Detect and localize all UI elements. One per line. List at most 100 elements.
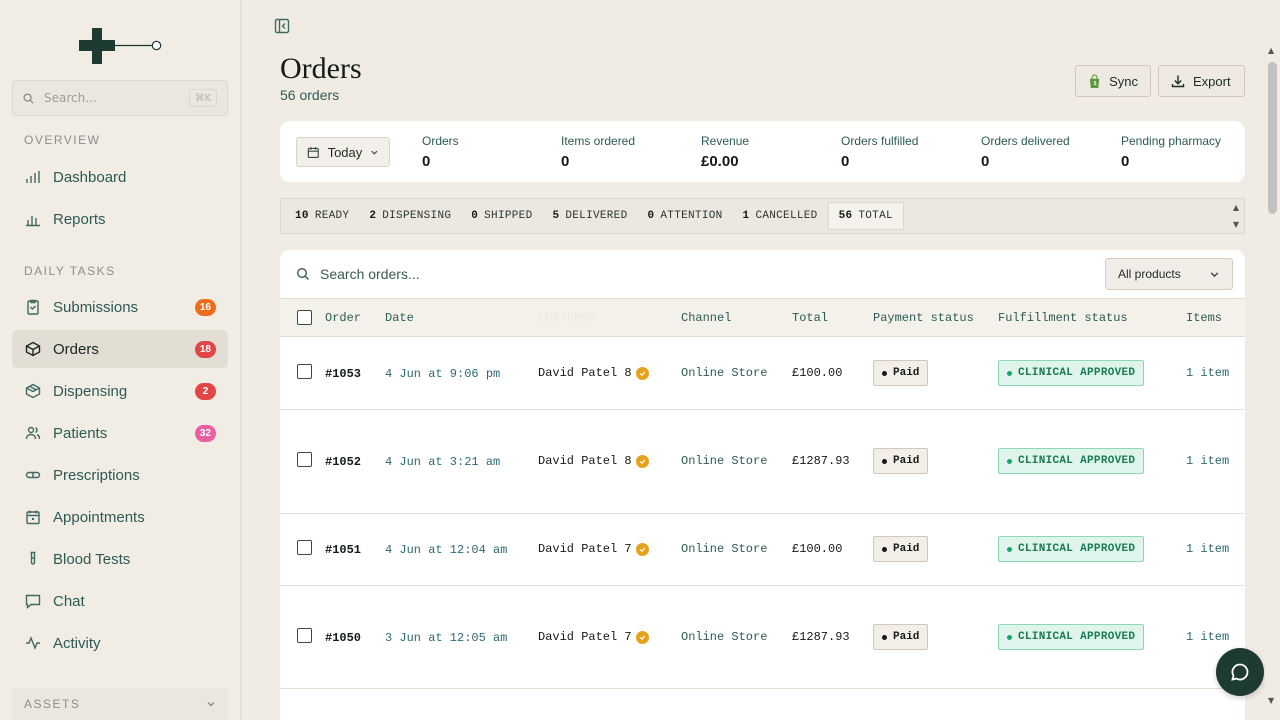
sidebar-item-dashboard[interactable]: Dashboard [12,158,228,196]
row-checkbox[interactable] [297,364,312,379]
row-checkbox[interactable] [297,540,312,555]
chevron-down-icon [1210,271,1219,277]
stat-orders-fulfilled: Orders fulfilled 0 [841,134,918,170]
status-filter-ready[interactable]: 10 READY [281,199,359,233]
column-header-total[interactable]: Total [792,311,828,325]
export-button[interactable]: Export [1158,65,1245,97]
order-items[interactable]: 1 item [1186,454,1229,468]
order-total: £100.00 [792,542,843,556]
orders-search-row[interactable]: Search orders... [280,250,1245,298]
fulfillment-status-label: CLINICAL APPROVED [1018,455,1136,467]
table-row[interactable]: #1052 4 Jun at 3:21 am David Patel 8 Onl… [280,410,1245,514]
stat-label: Orders fulfilled [841,134,919,148]
verified-badge-icon [635,366,649,380]
sidebar-item-activity[interactable]: Activity [12,624,228,662]
sidebar: Search... ⌘K OVERVIEW Dashboard Reports … [0,0,241,720]
order-items[interactable]: 1 item [1186,366,1229,380]
orders-search-input[interactable]: Search orders... [320,266,420,282]
order-total: £1287.93 [792,630,850,644]
order-number[interactable]: #1051 [325,543,361,557]
status-dot-icon [882,634,887,640]
sidebar-item-blood-tests[interactable]: Blood Tests [12,540,228,578]
table-row[interactable]: #1053 4 Jun at 9:06 pm David Patel 8 Onl… [280,337,1245,410]
stat-value: 0 [841,153,850,170]
payment-status-label: Paid [893,631,920,643]
customer-cell[interactable]: David Patel 7 [538,630,649,644]
column-header-payment-status[interactable]: Payment status [873,311,974,325]
sidebar-item-prescriptions[interactable]: Prescriptions [12,456,228,494]
order-items[interactable]: 1 item [1186,630,1229,644]
status-filter-attention[interactable]: 0 ATTENTION [638,199,733,233]
row-checkbox[interactable] [297,628,312,643]
sidebar-item-reports[interactable]: Reports [12,200,228,238]
status-count: 1 [742,210,750,222]
status-filter-dispensing[interactable]: 2 DISPENSING [359,199,461,233]
column-header-channel[interactable]: Channel [681,311,731,325]
column-header-items[interactable]: Items [1186,311,1222,325]
column-header-customer[interactable]: CUSTOMER [538,311,596,325]
customer-cell[interactable]: David Patel 8 [538,454,649,468]
sidebar-item-dispensing[interactable]: Dispensing 2 [12,372,228,410]
sidebar-item-submissions[interactable]: Submissions 16 [12,288,228,326]
product-filter-dropdown[interactable]: All products [1105,258,1233,290]
activity-icon [24,635,41,652]
page-title: Orders [280,52,362,85]
sidebar-item-orders[interactable]: Orders 18 [12,330,228,368]
table-header: Order Date CUSTOMER Channel Total Paymen… [280,298,1245,337]
order-date: 3 Jun at 12:05 am [385,631,508,645]
customer-cell[interactable]: David Patel 7 [538,542,649,556]
status-filter-delivered[interactable]: 5 DELIVERED [542,199,637,233]
status-filter-shipped[interactable]: 0 SHIPPED [461,199,542,233]
status-count: 0 [647,210,655,222]
status-bar-scroller[interactable]: ▲ ▼ [1228,199,1244,233]
assets-section-toggle[interactable]: ASSETS [12,688,228,720]
status-label: READY [314,210,350,222]
stat-items-ordered: Items ordered 0 [561,134,635,170]
scroll-up-arrow-icon[interactable]: ▲ [1233,203,1239,212]
status-dot-icon [882,458,887,464]
stat-revenue: Revenue £0.00 [701,134,749,170]
table-row[interactable]: #1051 4 Jun at 12:04 am David Patel 7 On… [280,514,1245,586]
order-items[interactable]: 1 item [1186,542,1229,556]
date-range-dropdown[interactable]: Today [296,137,390,167]
sidebar-item-appointments[interactable]: Appointments [12,498,228,536]
sidebar-item-label: Dispensing [53,382,128,400]
stat-orders-delivered: Orders delivered 0 [981,134,1070,170]
page-scrollbar[interactable]: ▲ ▼ [1265,42,1280,712]
column-header-fulfillment-status[interactable]: Fulfillment status [998,311,1128,325]
order-number[interactable]: #1053 [325,367,361,381]
stat-label: Pending pharmacy [1121,134,1222,148]
status-dot-icon [882,546,887,552]
clipboard-icon [24,299,41,316]
scroll-down-arrow-icon[interactable]: ▼ [1268,696,1274,705]
select-all-checkbox[interactable] [297,310,312,325]
scroll-up-arrow-icon[interactable]: ▲ [1268,46,1274,55]
scrollbar-thumb[interactable] [1268,62,1277,214]
shopify-bag-icon [1089,73,1100,88]
customer-cell[interactable]: David Patel 8 [538,366,649,380]
order-number[interactable]: #1052 [325,455,361,469]
column-header-order[interactable]: Order [325,311,361,325]
status-dot-icon [1007,370,1012,376]
column-header-date[interactable]: Date [385,311,414,325]
payment-status-label: Paid [893,543,920,555]
sidebar-collapse-icon[interactable] [274,18,290,34]
chat-launcher-button[interactable] [1216,648,1264,696]
row-checkbox[interactable] [297,452,312,467]
sidebar-search[interactable]: Search... ⌘K [12,80,228,116]
order-total: £100.00 [792,366,843,380]
brand-logo[interactable] [78,28,168,64]
order-number[interactable]: #1050 [325,631,361,645]
product-filter-label: All products [1118,267,1181,281]
status-filter-total[interactable]: 56 TOTAL [827,202,904,230]
table-row[interactable]: #1050 3 Jun at 12:05 am David Patel 7 On… [280,586,1245,689]
status-filter-cancelled[interactable]: 1 CANCELLED [733,199,828,233]
customer-name: David Patel 7 [538,542,632,556]
sidebar-item-patients[interactable]: Patients 32 [12,414,228,452]
sync-button[interactable]: Sync [1075,65,1151,97]
sidebar-item-label: Prescriptions [53,466,140,484]
status-count: 2 [369,210,377,222]
sidebar-item-chat[interactable]: Chat [12,582,228,620]
search-icon [296,267,309,280]
scroll-down-arrow-icon[interactable]: ▼ [1233,220,1239,229]
